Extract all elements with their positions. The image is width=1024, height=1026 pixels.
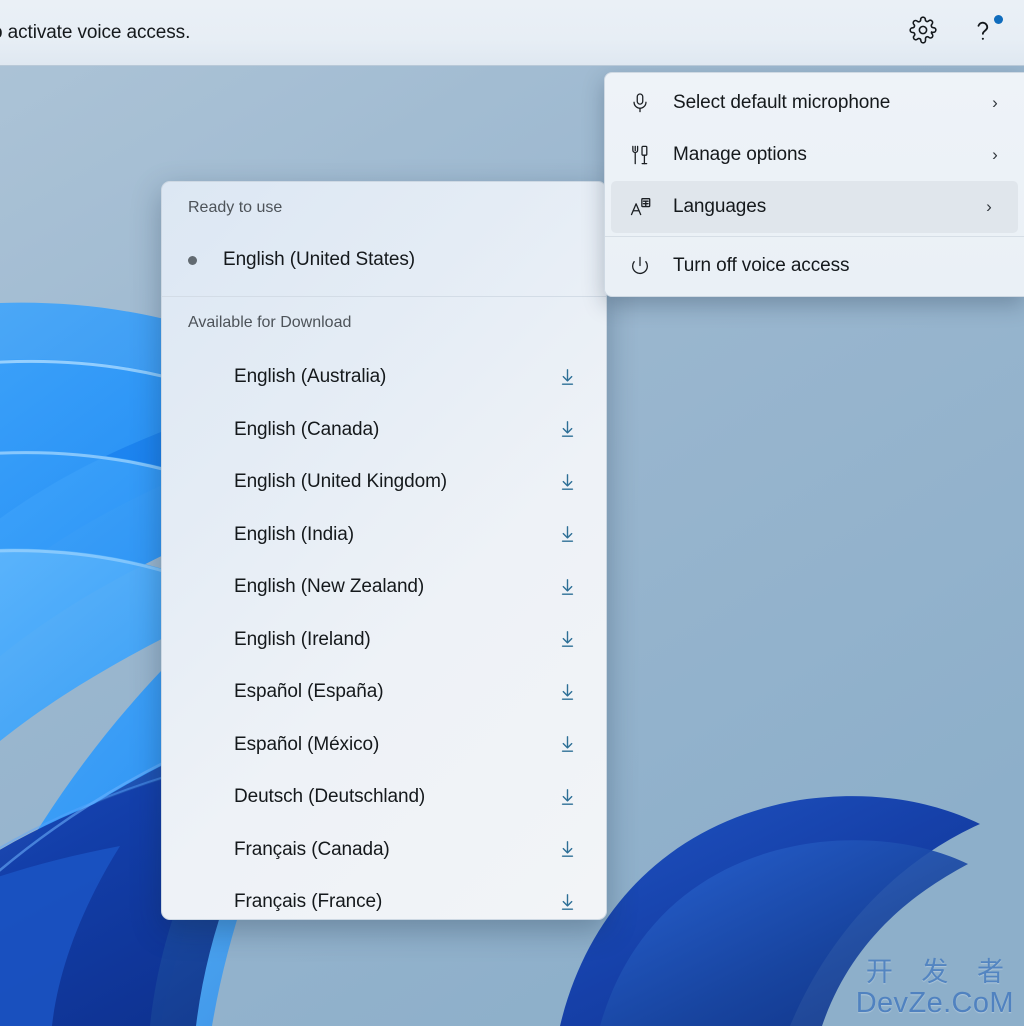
menu-item-select-default-microphone[interactable]: Select default microphone › (605, 77, 1024, 129)
download-arrow-icon[interactable] (556, 576, 578, 598)
settings-gear-button[interactable] (900, 10, 946, 56)
list-item[interactable]: English (India) (162, 509, 606, 562)
list-item[interactable]: Deutsch (Deutschland) (162, 771, 606, 824)
download-arrow-icon[interactable] (556, 471, 578, 493)
menu-item-manage-options[interactable]: Manage options › (605, 129, 1024, 181)
download-arrow-icon[interactable] (556, 734, 578, 756)
list-item[interactable]: English (Canada) (162, 404, 606, 457)
download-language-list: English (Australia) English (Canada) (162, 349, 606, 920)
list-item[interactable]: English (Australia) (162, 351, 606, 404)
voice-access-settings-menu: Select default microphone › Manage optio… (604, 72, 1024, 297)
language-label: English (New Zealand) (234, 576, 556, 598)
menu-item-languages[interactable]: Languages › (611, 181, 1018, 233)
download-arrow-icon[interactable] (556, 419, 578, 441)
language-label: English (Canada) (234, 419, 556, 441)
list-item[interactable]: English (New Zealand) (162, 561, 606, 614)
menu-item-turn-off-voice-access[interactable]: Turn off voice access (605, 240, 1024, 292)
tools-icon (627, 144, 653, 166)
list-item[interactable]: Français (France) (162, 876, 606, 920)
ready-to-use-section: Ready to use English (United States) (162, 182, 606, 296)
power-icon (627, 255, 653, 277)
list-item[interactable]: Français (Canada) (162, 824, 606, 877)
selected-bullet-icon (188, 256, 197, 265)
installed-language-row[interactable]: English (United States) (162, 234, 606, 286)
download-arrow-icon[interactable] (556, 681, 578, 703)
chevron-right-icon: › (986, 145, 1004, 165)
menu-item-label: Turn off voice access (673, 255, 986, 277)
ready-to-use-header: Ready to use (162, 182, 606, 234)
list-item[interactable]: Español (España) (162, 666, 606, 719)
list-item[interactable]: English (United Kingdom) (162, 456, 606, 509)
language-label: Español (México) (234, 734, 556, 756)
language-label: English (Ireland) (234, 629, 556, 651)
available-for-download-section: Available for Download English (Australi… (162, 297, 606, 920)
voice-access-status-text: o activate voice access. (0, 22, 900, 44)
language-label: Français (France) (234, 891, 556, 913)
language-a-ji-icon (627, 196, 653, 219)
installed-language-label: English (United States) (223, 249, 415, 271)
help-button[interactable] (960, 10, 1006, 56)
language-label: English (India) (234, 524, 556, 546)
list-item[interactable]: English (Ireland) (162, 614, 606, 667)
chevron-right-icon: › (986, 93, 1004, 113)
list-item[interactable]: Español (México) (162, 719, 606, 772)
language-label: Deutsch (Deutschland) (234, 786, 556, 808)
notification-dot-icon (994, 15, 1003, 24)
download-arrow-icon[interactable] (556, 839, 578, 861)
download-arrow-icon[interactable] (556, 629, 578, 651)
download-arrow-icon[interactable] (556, 366, 578, 388)
chevron-right-icon: › (980, 197, 998, 217)
voice-access-bar: o activate voice access. (0, 0, 1024, 66)
available-for-download-header: Available for Download (162, 297, 606, 349)
download-arrow-icon[interactable] (556, 891, 578, 913)
language-label: Français (Canada) (234, 839, 556, 861)
download-arrow-icon[interactable] (556, 524, 578, 546)
languages-flyout-panel: Ready to use English (United States) Ava… (161, 181, 607, 920)
download-arrow-icon[interactable] (556, 786, 578, 808)
language-label: Español (España) (234, 681, 556, 703)
gear-icon (909, 16, 937, 49)
menu-item-label: Languages (673, 196, 980, 218)
language-label: English (United Kingdom) (234, 471, 556, 493)
microphone-icon (627, 92, 653, 114)
menu-item-label: Select default microphone (673, 92, 986, 114)
language-label: English (Australia) (234, 366, 556, 388)
menu-item-label: Manage options (673, 144, 986, 166)
menu-separator (605, 236, 1024, 237)
